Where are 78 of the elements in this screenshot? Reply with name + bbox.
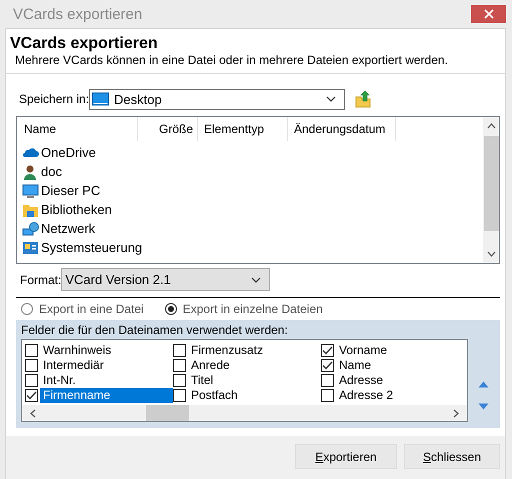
check-icon: [322, 346, 333, 355]
checkbox[interactable]: [173, 389, 186, 402]
file-item[interactable]: Systemsteuerung: [17, 238, 142, 257]
checkbox[interactable]: [173, 344, 186, 357]
format-label: Format:: [20, 272, 62, 286]
triangle-down-icon: [478, 403, 489, 410]
file-item[interactable]: Netzwerk: [17, 219, 96, 238]
checkbox[interactable]: [321, 374, 334, 387]
move-up-button[interactable]: [478, 381, 489, 388]
file-list[interactable]: Name Größe Elementtyp Änderungsdatum OneDrive doc Dieser PC Bibliotheken Netzwerk Systemsteuerung: [16, 116, 500, 264]
file-item[interactable]: doc: [17, 162, 62, 181]
scroll-up-icon: [486, 123, 496, 129]
field-item[interactable]: Firmenname: [40, 388, 173, 403]
person-icon: [22, 164, 39, 180]
field-item[interactable]: Anrede: [188, 358, 321, 373]
scroll-right-icon: [453, 408, 459, 418]
checkbox[interactable]: [25, 374, 38, 387]
close-icon: [484, 9, 494, 19]
fields-label: Felder die für den Dateinamen verwendet werden:: [21, 323, 289, 337]
chevron-icon: [326, 96, 336, 102]
checkbox[interactable]: [25, 359, 38, 372]
field-item[interactable]: Adresse 2: [336, 388, 469, 403]
triangle-up-icon: [478, 381, 489, 388]
window-title: VCards exportieren: [12, 6, 142, 22]
network-icon: [22, 220, 39, 236]
save-in-label: Speichern in:: [19, 92, 90, 106]
column-header[interactable]: Name: [17, 117, 138, 141]
dropdown-value: VCard Version 2.1: [64, 272, 172, 287]
format-dropdown[interactable]: VCard Version 2.1: [61, 268, 270, 291]
scroll-down-icon: [486, 251, 496, 257]
dropdown-value: Desktop: [113, 92, 163, 106]
vertical-scrollbar[interactable]: [483, 117, 499, 263]
dialog-heading: VCards exportieren: [10, 35, 159, 53]
radio-button[interactable]: [21, 303, 33, 315]
control-panel-icon: [22, 240, 39, 256]
column-header[interactable]: Elementtyp: [198, 117, 288, 141]
folder-arrow-icon: [355, 90, 372, 108]
column-header[interactable]: Änderungsdatum: [288, 117, 396, 141]
chevron-icon: [251, 276, 262, 282]
monitor-icon: [22, 182, 39, 198]
radio-label: Export in einzelne Dateien: [182, 302, 323, 316]
fields-list[interactable]: Warnhinweis Intermediär Int-Nr. Firmenname Firmenzusatz Anrede Titel Postfach Vorname Name Adresse Adresse 2: [21, 339, 468, 422]
up-folder-button[interactable]: [355, 90, 372, 108]
field-item[interactable]: Firmenzusatz: [188, 343, 321, 358]
column-header[interactable]: Größe: [138, 117, 198, 141]
checkbox[interactable]: [321, 389, 334, 402]
close-dialog-button[interactable]: Schliessen: [404, 444, 500, 469]
file-item[interactable]: OneDrive: [17, 143, 96, 162]
check-icon: [322, 361, 333, 370]
horizontal-scrollbar[interactable]: [22, 405, 467, 421]
radio-label: Export in eine Datei: [39, 302, 144, 316]
field-item[interactable]: Intermediär: [40, 358, 173, 373]
field-item[interactable]: Adresse: [336, 373, 469, 388]
file-item[interactable]: Bibliotheken: [17, 200, 112, 219]
field-item[interactable]: Postfach: [188, 388, 321, 403]
location-dropdown[interactable]: Desktop: [89, 88, 346, 110]
checkbox[interactable]: [173, 374, 186, 387]
checkbox[interactable]: [25, 344, 38, 357]
checkbox[interactable]: [321, 359, 334, 372]
move-down-button[interactable]: [478, 403, 489, 410]
field-item[interactable]: Name: [336, 358, 469, 373]
checkbox[interactable]: [173, 359, 186, 372]
desktop-icon: [92, 92, 110, 106]
scrollbar-thumb[interactable]: [484, 136, 498, 231]
scrollbar-thumb[interactable]: [146, 405, 189, 421]
field-item[interactable]: Titel: [188, 373, 321, 388]
radio-button[interactable]: [164, 303, 177, 315]
file-item[interactable]: Dieser PC: [17, 181, 100, 200]
close-button[interactable]: [471, 5, 506, 23]
check-icon: [26, 391, 37, 400]
checkbox[interactable]: [321, 344, 334, 357]
scroll-left-icon: [30, 408, 36, 418]
checkbox[interactable]: [25, 389, 38, 402]
field-item[interactable]: Vorname: [336, 343, 469, 358]
field-item[interactable]: Int-Nr.: [40, 373, 173, 388]
dialog-description: Mehrere VCards können in eine Datei oder in mehrere Dateien exportiert werden.: [14, 53, 449, 67]
field-item[interactable]: Warnhinweis: [40, 343, 173, 358]
export-button[interactable]: Exportieren: [295, 444, 397, 469]
